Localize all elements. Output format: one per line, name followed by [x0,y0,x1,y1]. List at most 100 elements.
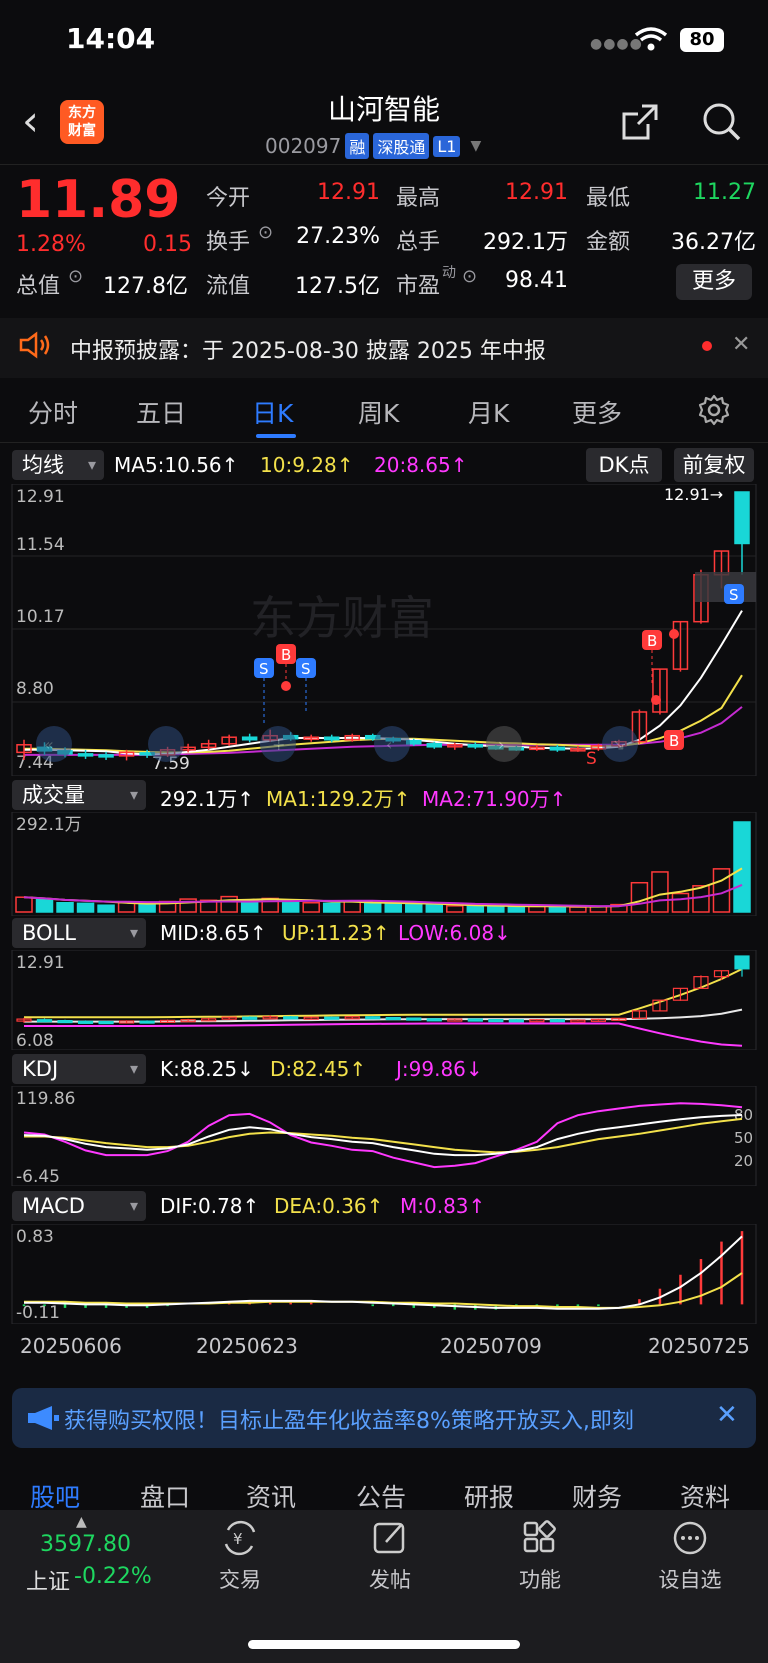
stock-code-row[interactable]: 002097 融 深股通 L1 ▼ [265,132,481,160]
nav-label: 交易 [219,1568,261,1592]
boll-candle [365,1016,381,1020]
adjust-button[interactable]: 前复权 [674,448,754,482]
indicator-select-macd[interactable]: MACD [12,1191,146,1221]
boll-candle [488,1018,504,1023]
svg-text:S: S [586,749,597,769]
tab-finance[interactable]: 财务 [572,1478,622,1514]
tab-intraday[interactable]: 分时 [28,394,78,430]
indicator-select-boll[interactable]: BOLL [12,918,146,948]
date-label: 20250709 [440,1334,542,1358]
boll-mid: MID:8.65↑ [160,921,267,945]
boll-candle [426,1018,442,1022]
candle [734,491,750,545]
candle [323,736,340,741]
label-amount: 金额 [586,230,631,255]
volume-bar [15,896,33,913]
nav-functions[interactable]: 功能 [490,1518,590,1594]
candle [241,736,258,741]
tag-shenguotong: 深股通 [373,133,430,159]
info-icon[interactable]: ⊙ [462,266,477,287]
tab-news[interactable]: 资讯 [246,1478,296,1514]
close-icon[interactable]: ✕ [716,1400,738,1430]
tab-announcements[interactable]: 公告 [356,1478,406,1514]
kdj-j: J:99.86↓ [396,1057,483,1081]
tab-more[interactable]: 更多 [572,394,622,430]
indicator-select-kdj[interactable]: KDJ [12,1054,146,1084]
tab-guba[interactable]: 股吧 [30,1478,80,1514]
volume-bar [302,902,320,913]
volume-ma1: MA1:129.2万↑ [266,787,411,811]
boll-candle [406,1017,422,1021]
nav-post[interactable]: 发帖 [340,1518,440,1594]
svg-text:›: › [498,735,504,754]
volume-bar [507,906,526,913]
volume-bar [651,871,669,913]
change-percent: 1.28% [16,232,86,257]
ma20-value: 20:8.65↑ [374,453,468,477]
tab-daily-k[interactable]: 日K [252,394,293,430]
info-icon[interactable]: ⊙ [68,266,83,287]
caret-up-icon: ▲ [76,1514,87,1530]
boll-candle [57,1019,73,1024]
trade-icon: ¥ [190,1518,290,1558]
tab-research[interactable]: 研报 [464,1478,514,1514]
volume-bar [733,821,751,913]
more-dots-icon [640,1518,740,1558]
volume-value: 292.1万↑ [160,787,255,811]
boll-candle [570,1019,586,1023]
label-volume: 总手 [396,230,441,255]
value-turnover: 27.23% [296,224,380,249]
more-quote-button[interactable]: 更多 [676,264,752,300]
boll-candle [467,1018,483,1022]
close-icon[interactable]: ✕ [732,332,750,357]
label-float-cap: 流值 [206,274,251,299]
macd-m: M:0.83↑ [400,1194,486,1218]
speaker-icon [18,331,52,363]
boll-candle [508,1019,524,1023]
kline-chart[interactable]: 东方财富 12.91 11.54 10.17 8.80 7.44 7.59 12… [0,483,768,780]
kdj-d-line [24,1117,743,1154]
axis-label: 12.91 [16,953,65,973]
gear-icon[interactable] [698,394,730,430]
indicator-select-volume[interactable]: 成交量 [12,780,146,810]
volume-chart[interactable]: 292.1万 [0,811,768,920]
svg-text:B: B [647,632,657,650]
boll-candle [324,1016,340,1020]
kdj-k: K:88.25↓ [160,1057,254,1081]
grid-icon [490,1518,590,1558]
volume-bar [343,900,361,913]
tab-five-day[interactable]: 五日 [136,394,186,430]
share-icon[interactable] [620,102,660,146]
macd-chart[interactable]: 0.83 -0.11 [0,1223,768,1328]
value-open: 12.91 [317,180,380,205]
label-market-cap: 总值 [16,274,61,299]
megaphone-icon [26,1405,60,1435]
nav-trade[interactable]: ¥ 交易 [190,1518,290,1594]
index-value[interactable]: 3597.80 [40,1532,131,1557]
tab-pankou[interactable]: 盘口 [140,1478,190,1514]
info-icon[interactable]: ⊙ [258,222,273,243]
label-pe: 市盈 [396,274,441,299]
index-name: 上证 [26,1570,71,1595]
boll-low: LOW:6.08↓ [398,921,511,945]
current-price: 11.89 [16,170,181,230]
axis-label: 10.17 [16,607,65,627]
value-high: 12.91 [505,180,568,205]
active-tab-underline [256,434,296,438]
boll-candle [242,1016,258,1020]
indicator-select-ma[interactable]: 均线 [12,450,104,480]
tab-weekly-k[interactable]: 周K [358,394,399,430]
volume-bar [630,881,649,913]
axis-label: 12.91 [16,487,65,507]
search-icon[interactable] [700,100,742,146]
nav-label: 设自选 [658,1568,722,1592]
boll-chart[interactable]: 12.91 6.08 [0,949,768,1054]
high-marker: 12.91→ [664,485,723,504]
tab-monthly-k[interactable]: 月K [468,394,509,430]
kdj-chart[interactable]: 119.86 -6.45 80 50 20 [0,1085,768,1190]
tab-profile[interactable]: 资料 [680,1478,730,1514]
svg-text:«: « [44,735,54,754]
dk-point-button[interactable]: DK点 [586,448,662,482]
boll-candle [139,1020,155,1024]
nav-add-watchlist[interactable]: 设自选 [640,1518,740,1594]
